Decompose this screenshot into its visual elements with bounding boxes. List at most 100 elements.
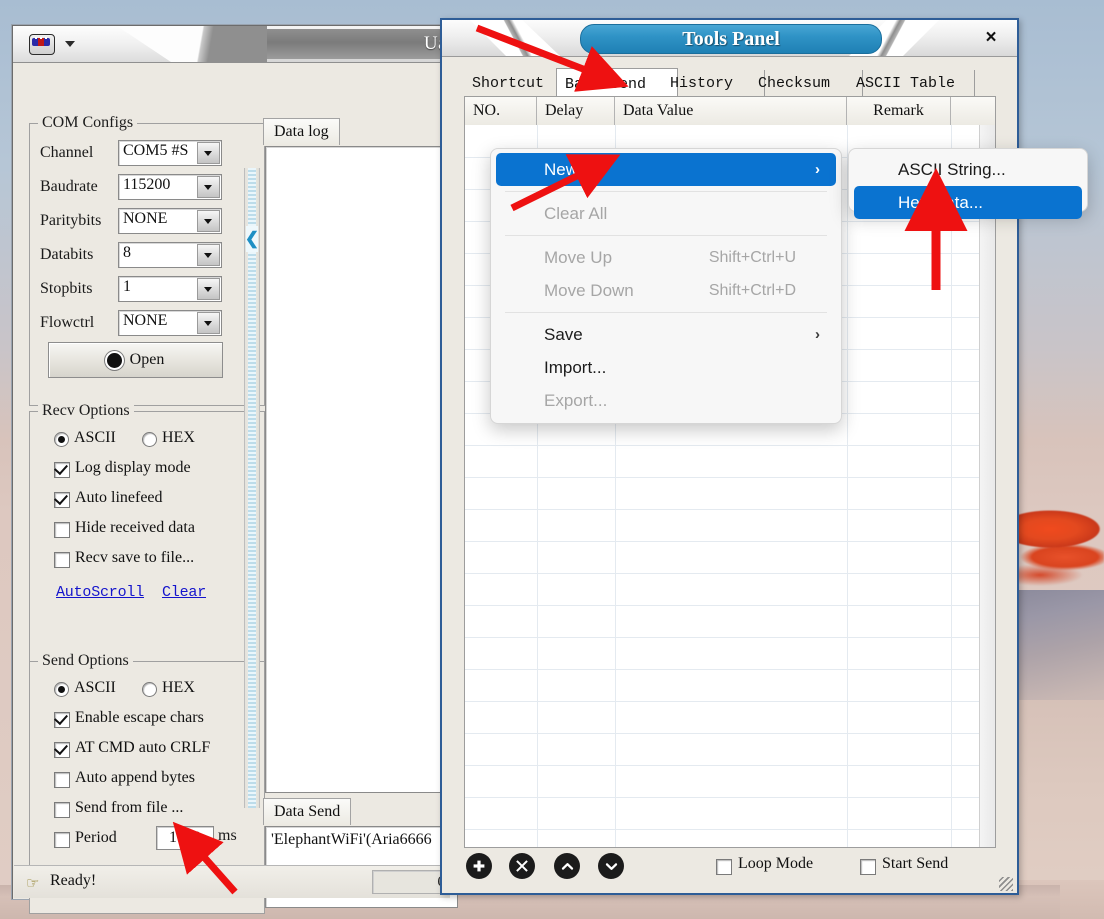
check-loop-mode-label: Loop Mode <box>738 855 814 872</box>
autoscroll-link[interactable]: AutoScroll <box>56 584 144 601</box>
paritybits-combobox[interactable]: NONE <box>118 208 222 234</box>
baudrate-combobox[interactable]: 115200 <box>118 174 222 200</box>
baudrate-dropdown-icon[interactable] <box>197 176 220 198</box>
channel-value: COM5 #S <box>123 142 189 159</box>
menu-item-save[interactable]: Save › <box>496 318 836 351</box>
chevron-right-icon: › <box>815 161 820 178</box>
stopbits-combobox[interactable]: 1 <box>118 276 222 302</box>
paritybits-value: NONE <box>123 210 168 227</box>
checkbox-icon <box>54 712 70 728</box>
open-port-button[interactable]: Open <box>48 342 223 378</box>
radio-mark-icon <box>142 682 157 697</box>
period-input[interactable]: 1000 <box>156 826 214 850</box>
recv-radio-hex-label: HEX <box>162 429 195 446</box>
table-row[interactable] <box>465 477 995 510</box>
channel-label: Channel <box>40 144 94 161</box>
databits-value: 8 <box>123 244 131 261</box>
table-row[interactable] <box>465 509 995 542</box>
move-down-button[interactable] <box>598 853 624 879</box>
check-send-from-file-label: Send from file ... <box>75 799 184 816</box>
recv-options-group: Recv Options ASCII HEX Log display mode … <box>29 402 265 664</box>
grid-col-delay[interactable]: Delay <box>537 97 615 125</box>
menu-item-export[interactable]: Export... <box>496 384 836 417</box>
main-title-bar[interactable]: Ua <box>13 26 453 63</box>
menu-separator <box>505 235 827 236</box>
splitter-grip[interactable] <box>248 168 256 808</box>
table-row[interactable] <box>465 765 995 798</box>
checkbox-icon <box>54 832 70 848</box>
channel-dropdown-icon[interactable] <box>197 142 220 164</box>
recv-options-legend: Recv Options <box>38 402 134 420</box>
pane-splitter[interactable]: ❮ <box>244 168 260 808</box>
menu-item-hex-data-label: Hex Data... <box>898 192 984 212</box>
menu-item-move-down[interactable]: Move Down Shift+Ctrl+D <box>496 274 836 307</box>
tab-batchsend[interactable]: BatchSend <box>556 68 678 99</box>
chevron-down-icon[interactable] <box>65 41 75 47</box>
databits-dropdown-icon[interactable] <box>197 244 220 266</box>
checkbox-icon <box>860 859 876 875</box>
databits-combobox[interactable]: 8 <box>118 242 222 268</box>
table-row[interactable] <box>465 605 995 638</box>
grid-col-remark[interactable]: Remark <box>847 97 951 125</box>
table-row[interactable] <box>465 797 995 830</box>
menu-item-import[interactable]: Import... <box>496 351 836 384</box>
channel-combobox[interactable]: COM5 #S <box>118 140 222 166</box>
wallpaper-red-vegetation <box>1010 495 1104 600</box>
tools-panel-title-bar[interactable]: Tools Panel × <box>442 20 1017 57</box>
send-radio-hex-label: HEX <box>162 679 195 696</box>
check-period-label: Period <box>75 829 117 846</box>
table-row[interactable] <box>465 573 995 606</box>
flowctrl-combobox[interactable]: NONE <box>118 310 222 336</box>
menu-item-move-up[interactable]: Move Up Shift+Ctrl+U <box>496 241 836 274</box>
chevron-right-icon: › <box>815 326 820 343</box>
title-swoosh-left <box>470 20 560 56</box>
data-log-panel[interactable] <box>265 146 453 793</box>
menu-item-clear-all[interactable]: Clear All <box>496 197 836 230</box>
grid-scrollbar[interactable] <box>979 125 995 847</box>
table-row[interactable] <box>465 445 995 478</box>
menu-item-import-label: Import... <box>544 357 607 377</box>
grid-col-no[interactable]: NO. <box>465 97 537 125</box>
move-up-button[interactable] <box>554 853 580 879</box>
menu-item-save-label: Save <box>544 324 583 344</box>
menu-item-new[interactable]: New › <box>496 153 836 186</box>
table-row[interactable] <box>465 541 995 574</box>
tab-ascii-table[interactable]: ASCII Table <box>848 70 975 96</box>
app-logo-icon[interactable] <box>29 34 55 55</box>
data-log-tabstrip: Data log <box>263 118 451 146</box>
add-button[interactable] <box>466 853 492 879</box>
checkbox-icon <box>54 462 70 478</box>
radio-mark-icon <box>54 682 69 697</box>
table-row[interactable] <box>465 829 995 847</box>
tools-panel-bottom-bar: Loop Mode Start Send <box>464 848 994 884</box>
table-row[interactable] <box>465 669 995 702</box>
flowctrl-label: Flowctrl <box>40 314 95 331</box>
menu-separator <box>505 191 827 192</box>
baudrate-value: 115200 <box>123 176 171 193</box>
tab-data-send[interactable]: Data Send <box>263 798 352 825</box>
menu-item-move-up-accel: Shift+Ctrl+U <box>708 248 796 266</box>
grid-col-data-value[interactable]: Data Value <box>615 97 847 125</box>
menu-item-new-label: New <box>544 159 579 179</box>
menu-item-ascii-string[interactable]: ASCII String... <box>854 153 1082 186</box>
tools-panel-title-pill: Tools Panel <box>580 24 882 54</box>
uart-assistant-window: Ua COM Configs Channel COM5 #S Baudrate … <box>12 25 458 914</box>
tab-data-log[interactable]: Data log <box>263 118 340 145</box>
tab-checksum[interactable]: Checksum <box>750 70 863 96</box>
table-row[interactable] <box>465 637 995 670</box>
close-icon[interactable]: × <box>979 26 1003 50</box>
check-log-display-mode-label: Log display mode <box>75 459 191 476</box>
paritybits-dropdown-icon[interactable] <box>197 210 220 232</box>
table-row[interactable] <box>465 733 995 766</box>
resize-grip-icon[interactable] <box>999 877 1013 891</box>
grid-col-extra[interactable] <box>951 97 979 125</box>
flowctrl-dropdown-icon[interactable] <box>197 312 220 334</box>
delete-button[interactable] <box>509 853 535 879</box>
stopbits-dropdown-icon[interactable] <box>197 278 220 300</box>
checkbox-icon <box>54 802 70 818</box>
clear-link[interactable]: Clear <box>162 584 206 601</box>
menu-item-hex-data[interactable]: Hex Data... <box>854 186 1082 219</box>
tools-panel-tabstrip: Shortcut BatchSend History Checksum ASCI… <box>464 68 994 99</box>
table-row[interactable] <box>465 701 995 734</box>
collapse-left-icon[interactable]: ❮ <box>245 226 259 252</box>
